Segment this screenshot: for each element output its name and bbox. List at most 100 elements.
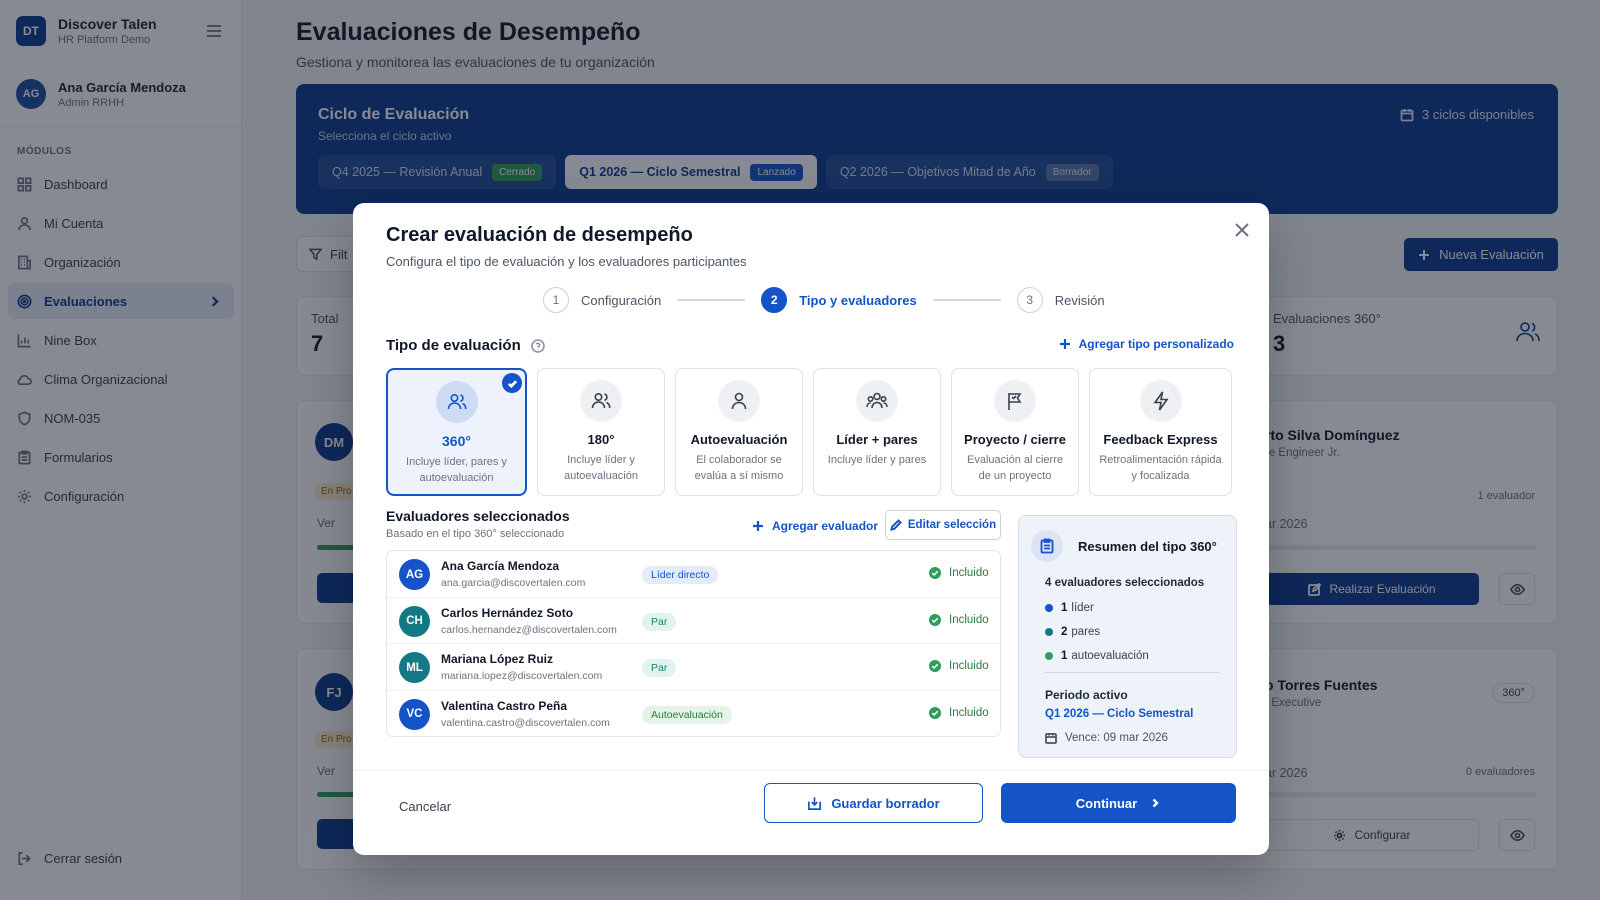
step-2-label[interactable]: Tipo y evaluadores xyxy=(799,293,917,308)
chevron-right-icon xyxy=(1152,798,1159,808)
step-3-label[interactable]: Revisión xyxy=(1055,293,1105,308)
evaluator-email: valentina.castro@discovertalen.com xyxy=(441,716,610,729)
check-circle-icon xyxy=(929,613,941,626)
evaluator-name: Mariana López Ruiz xyxy=(441,652,554,666)
users-icon xyxy=(447,393,466,410)
avatar: AG xyxy=(399,559,430,590)
save-icon xyxy=(808,796,822,810)
close-icon[interactable] xyxy=(1233,221,1251,239)
status-included: Incluido xyxy=(929,706,989,719)
divider xyxy=(1045,672,1219,673)
type-card-feedback-express[interactable]: Feedback Express Retroalimentación rápid… xyxy=(1089,368,1232,496)
evaluator-name: Ana García Mendoza xyxy=(441,559,560,573)
status-label: Incluido xyxy=(949,567,989,579)
type-title: Autoevaluación xyxy=(690,432,788,447)
edit-selection-button[interactable]: Editar selección xyxy=(885,510,1001,540)
pencil-icon xyxy=(890,519,902,531)
summary-list: 1 líder 2 pares 1 autoevaluación xyxy=(1045,596,1149,668)
list-item[interactable]: ML Mariana López Ruiz mariana.lopez@disc… xyxy=(387,644,1000,691)
type-description: Evaluación al cierre de un proyecto xyxy=(967,454,1063,482)
modal-subtitle: Configura el tipo de evaluación y los ev… xyxy=(386,254,747,269)
type-card-proyecto[interactable]: Proyecto / cierre Evaluación al cierre d… xyxy=(951,368,1079,496)
summary-item-count: 2 xyxy=(1061,626,1068,638)
type-card-180[interactable]: 180° Incluye líder y autoevaluación xyxy=(537,368,665,496)
avatar: ML xyxy=(399,652,430,683)
check-circle-icon xyxy=(929,567,941,579)
type-title: Líder + pares xyxy=(836,432,918,447)
check-circle-icon xyxy=(929,706,941,719)
plus-icon xyxy=(1059,339,1070,349)
type-description: Incluye líder y autoevaluación xyxy=(563,454,638,482)
add-custom-type-button[interactable]: Agregar tipo personalizado xyxy=(1059,337,1234,351)
type-description: Incluye líder y pares xyxy=(827,454,927,466)
step-3-number[interactable]: 3 xyxy=(1016,287,1043,313)
type-card-lider-pares[interactable]: Líder + pares Incluye líder y pares xyxy=(813,368,941,496)
list-item[interactable]: CH Carlos Hernández Soto carlos.hernande… xyxy=(387,598,1000,644)
edit-selection-label: Editar selección xyxy=(907,519,997,531)
evaluator-email: ana.garcia@discovertalen.com xyxy=(441,577,586,589)
add-evaluator-label: Agregar evaluador xyxy=(772,519,879,533)
avatar: CH xyxy=(399,605,430,637)
summary-item: 1 autoevaluación xyxy=(1045,644,1149,668)
add-type-label: Agregar tipo personalizado xyxy=(1078,337,1234,351)
type-card-autoevaluacion[interactable]: Autoevaluación El colaborador se evalúa … xyxy=(675,368,803,496)
create-evaluation-modal: Crear evaluación de desempeño Configura … xyxy=(353,203,1269,855)
period-value: Q1 2026 — Ciclo Semestral xyxy=(1045,708,1194,720)
step-1-number[interactable]: 1 xyxy=(543,287,569,313)
check-icon xyxy=(502,373,522,393)
period-label: Periodo activo xyxy=(1045,688,1128,702)
continue-label: Continuar xyxy=(1075,795,1138,811)
check-circle-icon xyxy=(929,660,941,672)
continue-button[interactable]: Continuar xyxy=(1001,783,1236,823)
evaluators-subtitle: Basado en el tipo 360° seleccionado xyxy=(386,528,565,540)
type-description: Retroalimentación rápida y focalizada xyxy=(1099,454,1222,482)
status-label: Incluido xyxy=(949,660,989,672)
summary-count: 4 evaluadores seleccionados xyxy=(1045,577,1205,589)
evaluator-name: Carlos Hernández Soto xyxy=(441,605,574,620)
type-card-360[interactable]: 360° Incluye líder, pares y autoevaluaci… xyxy=(386,368,527,496)
summary-item-label: autoevaluación xyxy=(1071,650,1149,662)
step-connector xyxy=(932,299,1001,301)
step-1-label[interactable]: Configuración xyxy=(581,293,661,308)
calendar-icon xyxy=(1045,733,1057,744)
summary-title: Resumen del tipo 360° xyxy=(1078,538,1217,554)
save-draft-label: Guardar borrador xyxy=(831,795,940,811)
list-item[interactable]: VC Valentina Castro Peña valentina.castr… xyxy=(387,691,1000,737)
role-badge: Líder directo xyxy=(642,566,719,584)
evaluators-list: AG Ana García Mendoza ana.garcia@discove… xyxy=(386,550,1001,737)
two-users-icon xyxy=(591,392,611,409)
evaluator-name: Valentina Castro Peña xyxy=(441,698,568,713)
evaluator-email: carlos.hernandez@discovertalen.com xyxy=(441,623,617,636)
modal-title: Crear evaluación de desempeño xyxy=(386,224,693,246)
summary-item-count: 1 xyxy=(1061,602,1068,614)
save-draft-button[interactable]: Guardar borrador xyxy=(764,783,983,823)
due-date: Vence: 09 mar 2026 xyxy=(1045,732,1168,744)
evaluators-title: Evaluadores seleccionados xyxy=(386,508,570,524)
summary-item-label: líder xyxy=(1071,602,1094,614)
role-badge: Autoevaluación xyxy=(642,705,732,724)
evaluator-email: mariana.lopez@discovertalen.com xyxy=(441,670,603,682)
type-section-title: Tipo de evaluación xyxy=(386,337,545,354)
status-included: Incluido xyxy=(929,567,989,579)
summary-panel: Resumen del tipo 360° 4 evaluadores sele… xyxy=(1018,515,1237,758)
add-evaluator-button[interactable]: Agregar evaluador xyxy=(752,519,878,533)
summary-item: 1 líder xyxy=(1045,596,1149,620)
divider xyxy=(353,770,1269,771)
type-description: Incluye líder, pares y autoevaluación xyxy=(406,456,507,484)
status-label: Incluido xyxy=(949,613,989,626)
type-title: 180° xyxy=(587,432,615,447)
flag-icon xyxy=(1008,393,1022,410)
type-cards: 360° Incluye líder, pares y autoevaluaci… xyxy=(386,368,1232,496)
plus-icon xyxy=(753,521,763,531)
cancel-button[interactable]: Cancelar xyxy=(399,799,451,814)
help-icon[interactable] xyxy=(530,338,545,353)
section-title-label: Tipo de evaluación xyxy=(386,337,521,354)
group-icon xyxy=(866,392,888,409)
summary-item-count: 1 xyxy=(1061,650,1068,662)
clipboard-icon xyxy=(1040,538,1054,554)
list-item[interactable]: AG Ana García Mendoza ana.garcia@discove… xyxy=(387,551,1000,598)
summary-item-label: pares xyxy=(1071,626,1101,638)
step-2-number[interactable]: 2 xyxy=(761,287,788,313)
role-badge: Par xyxy=(642,659,677,677)
bolt-icon xyxy=(1152,391,1169,411)
